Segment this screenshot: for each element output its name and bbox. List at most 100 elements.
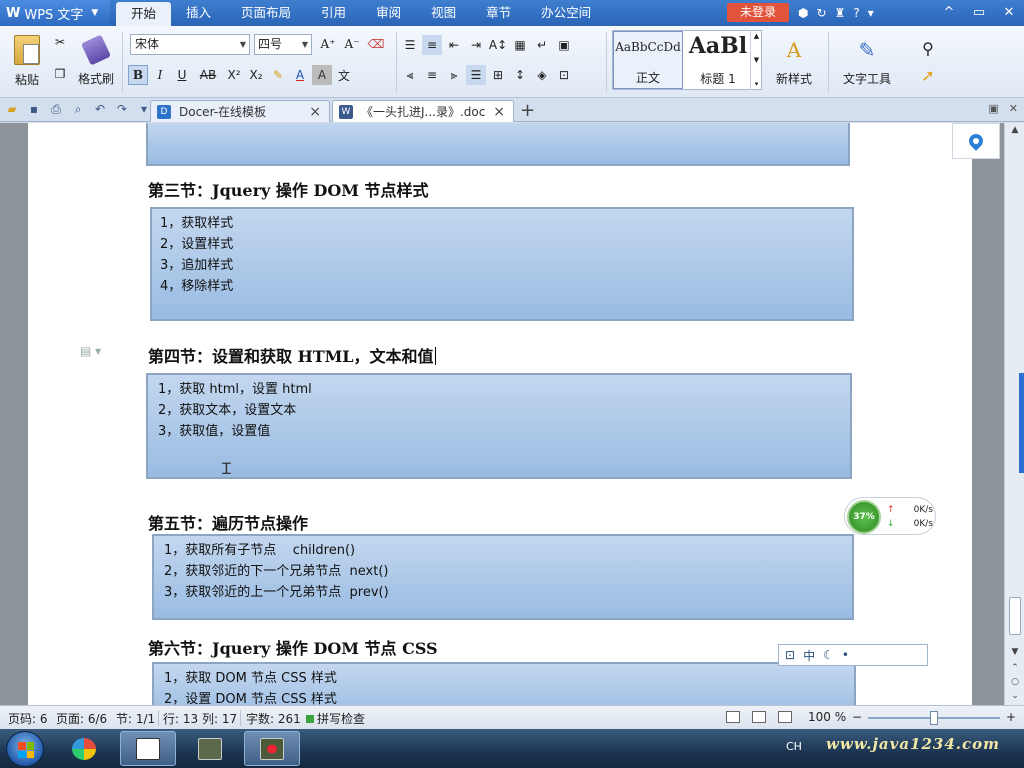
align-right-icon[interactable]: ⫸ (444, 65, 464, 85)
view-page-icon[interactable] (726, 711, 740, 723)
new-tab-button[interactable]: + (520, 100, 535, 121)
tab-chapter[interactable]: 章节 (471, 0, 526, 26)
align-left-icon[interactable]: ⫷ (400, 65, 420, 85)
view-web-icon[interactable] (778, 711, 792, 723)
font-color-button[interactable]: A (290, 65, 310, 85)
highlight-icon[interactable]: ✎ (268, 65, 288, 85)
app-menu-button[interactable]: W WPS 文字 ▼ (0, 0, 110, 26)
start-button[interactable] (6, 731, 44, 767)
shading-icon[interactable]: ◈ (532, 65, 552, 85)
close-doc-icon[interactable]: ✕ (1009, 102, 1018, 115)
line-spacing-icon[interactable]: ↕ (510, 65, 530, 85)
tab-view[interactable]: 视图 (416, 0, 471, 26)
font-name-select[interactable]: 宋体 ▼ (130, 34, 250, 55)
numbered-list-icon[interactable]: ≡ (422, 35, 442, 55)
shirt-icon[interactable]: ♜ (835, 6, 846, 20)
status-col[interactable]: 列: 17 (202, 710, 237, 727)
refresh-icon[interactable]: ↻ (816, 6, 826, 20)
spell-check-toggle[interactable]: 拼写检查 (306, 710, 365, 727)
status-word-count[interactable]: 字数: 261 (246, 710, 301, 727)
taskbar-app-wps[interactable] (120, 731, 176, 766)
chevron-down-icon[interactable]: ▾ (868, 6, 874, 20)
increase-indent-icon[interactable]: ⇥ (466, 35, 486, 55)
skin-icon[interactable]: ⬢ (798, 6, 808, 20)
bullet-list-icon[interactable]: ☰ (400, 35, 420, 55)
taskbar-app-recorder[interactable] (244, 731, 300, 766)
tab-current-document[interactable]: W 《一头扎进J...录》.doc × (332, 100, 514, 122)
underline-button[interactable]: U (172, 65, 192, 85)
frame-icon[interactable]: ▣ (554, 35, 574, 55)
tab-insert[interactable]: 插入 (171, 0, 226, 26)
print-preview-icon[interactable]: ⌕ (70, 101, 86, 117)
tab-page-layout[interactable]: 页面布局 (226, 0, 306, 26)
document-page[interactable]: 第三节：Jquery 操作 DOM 节点样式 1，获取样式 2，设置样式 3，追… (28, 123, 1000, 705)
navigation-pane-button[interactable] (952, 123, 1000, 159)
table-icon[interactable]: ▦ (510, 35, 530, 55)
copy-icon[interactable]: ❐ (50, 64, 70, 84)
clear-format-icon[interactable]: ⌫ (366, 34, 386, 54)
ime-toolbar[interactable]: ⊡ 中 ☾ • (778, 644, 928, 666)
redo-icon[interactable]: ↷ (114, 101, 130, 117)
undo-icon[interactable]: ↶ (92, 101, 108, 117)
select-browse-icon[interactable]: ○ (1005, 677, 1024, 687)
status-page-code[interactable]: 页码: 6 (8, 710, 48, 727)
strikethrough-button[interactable]: AB (194, 65, 222, 85)
decrease-indent-icon[interactable]: ⇤ (444, 35, 464, 55)
tab-references[interactable]: 引用 (306, 0, 361, 26)
char-shading-icon[interactable]: A (312, 65, 332, 85)
select-cursor-icon[interactable]: ➚ (921, 66, 934, 85)
network-speed-widget[interactable]: 37% ↑ 0K/s ↓ 0K/s (844, 497, 936, 535)
side-panel-handle[interactable] (1019, 373, 1024, 473)
subscript-button[interactable]: X₂ (246, 65, 266, 85)
status-section[interactable]: 节: 1/1 (116, 710, 155, 727)
cut-icon[interactable]: ✂ (50, 32, 70, 52)
justify-icon[interactable]: ☰ (466, 65, 486, 85)
scroll-down-icon[interactable]: ▼ (1005, 647, 1024, 657)
format-painter-button[interactable]: 格式刷 (78, 32, 114, 92)
tab-review[interactable]: 审阅 (361, 0, 416, 26)
document-area[interactable]: 第三节：Jquery 操作 DOM 节点样式 1，获取样式 2，设置样式 3，追… (0, 123, 1004, 705)
prev-page-icon[interactable]: ⌃ (1005, 663, 1024, 673)
shrink-font-icon[interactable]: A⁻ (342, 34, 362, 54)
restore-doc-icon[interactable]: ▣ (988, 102, 998, 115)
status-page[interactable]: 页面: 6/6 (56, 710, 107, 727)
punctuation-icon[interactable]: • (842, 648, 849, 662)
ime-mode[interactable]: 中 (803, 647, 815, 664)
view-outline-icon[interactable] (752, 711, 766, 723)
close-icon[interactable]: × (493, 104, 505, 120)
distribute-icon[interactable]: ⊞ (488, 65, 508, 85)
taskbar-app-media[interactable] (56, 731, 112, 766)
paragraph-menu-icon[interactable]: ▤ ▾ (80, 344, 101, 358)
close-button[interactable]: ✕ (994, 0, 1024, 26)
status-row[interactable]: 行: 13 (163, 710, 198, 727)
tab-home[interactable]: 开始 (116, 2, 172, 26)
tab-docer-templates[interactable]: D Docer-在线模板 × (150, 100, 330, 122)
zoom-slider-thumb[interactable] (930, 711, 938, 725)
help-icon[interactable]: ? (853, 6, 859, 20)
style-normal[interactable]: AaBbCcDd 正文 (613, 31, 683, 89)
zoom-level[interactable]: 100 % (808, 710, 846, 724)
new-style-button[interactable]: A 新样式 (766, 32, 822, 92)
phonetic-icon[interactable]: 文 (334, 65, 354, 85)
bold-button[interactable]: B (128, 65, 148, 85)
zoom-in-button[interactable]: + (1006, 710, 1016, 724)
print-icon[interactable]: ⎙ (48, 101, 64, 117)
tab-office-space[interactable]: 办公空间 (526, 0, 606, 26)
taskbar-app-editor[interactable] (182, 731, 238, 766)
restore-button[interactable]: ▭ (964, 0, 994, 26)
scroll-thumb[interactable] (1009, 597, 1021, 635)
font-size-select[interactable]: 四号 ▼ (254, 34, 312, 55)
binoculars-icon[interactable]: ⚲ (922, 39, 934, 58)
tray-language[interactable]: CH (786, 740, 802, 753)
next-page-icon[interactable]: ⌄ (1005, 691, 1024, 701)
style-gallery-scroll[interactable]: ▲ ▼ ▾ (750, 30, 762, 90)
paste-button[interactable]: 粘贴 (8, 30, 46, 92)
collapse-ribbon-button[interactable]: ^ (934, 0, 964, 26)
grow-font-icon[interactable]: A⁺ (318, 34, 338, 54)
superscript-button[interactable]: X² (224, 65, 244, 85)
text-tools-button[interactable]: ✎ 文字工具 (834, 32, 900, 92)
close-icon[interactable]: × (309, 104, 321, 120)
border-icon[interactable]: ⊡ (554, 65, 574, 85)
vertical-scrollbar[interactable]: ▲ ▼ ⌃ ○ ⌄ (1004, 123, 1024, 705)
show-marks-icon[interactable]: ↵ (532, 35, 552, 55)
